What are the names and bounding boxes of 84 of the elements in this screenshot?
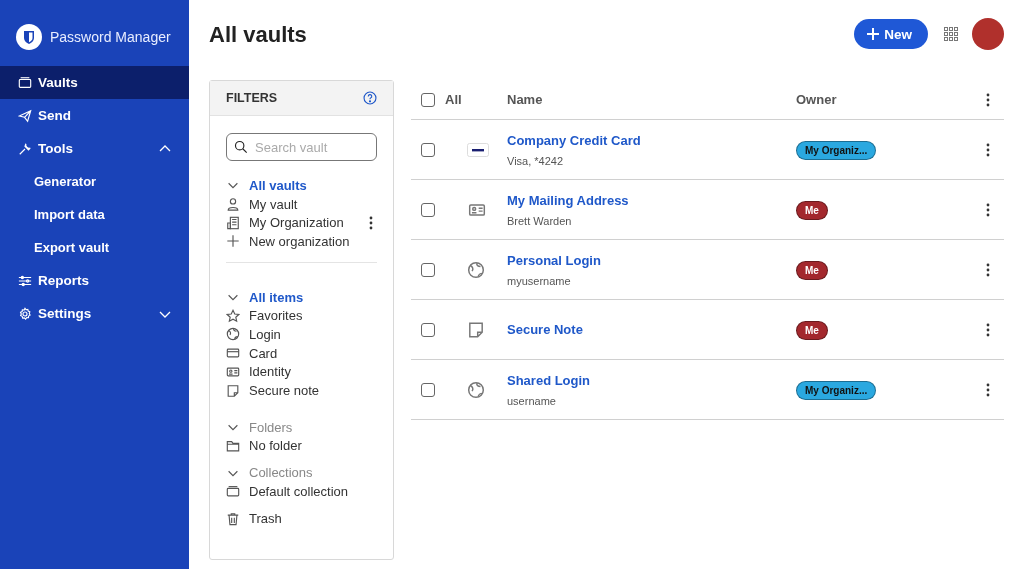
- column-header: All: [445, 92, 462, 107]
- app-name: Password Manager: [50, 29, 171, 45]
- new-button[interactable]: New: [854, 19, 928, 49]
- star-icon: [226, 308, 240, 323]
- owner-badge: Me: [796, 320, 828, 340]
- collection-icon: [226, 484, 240, 499]
- search-field[interactable]: Search vault: [226, 133, 377, 161]
- item-name-link[interactable]: Company Credit Card: [507, 132, 796, 148]
- checkbox[interactable]: [421, 142, 435, 157]
- item-name-link[interactable]: Personal Login: [507, 252, 796, 268]
- nav-item[interactable]: Settings: [0, 297, 189, 330]
- more-icon[interactable]: [986, 322, 990, 337]
- item-name-link[interactable]: Shared Login: [507, 372, 796, 388]
- filter-item[interactable]: Default collection: [249, 483, 377, 499]
- nav-subitem[interactable]: Import data: [0, 198, 189, 231]
- app-grid-icon[interactable]: [944, 27, 958, 41]
- more-icon[interactable]: [369, 215, 373, 230]
- wrench-icon: [18, 141, 32, 156]
- more-icon[interactable]: [986, 382, 990, 397]
- nav-subitem[interactable]: Export vault: [0, 231, 189, 264]
- nav-item[interactable]: Vaults: [0, 66, 189, 99]
- column-header: Owner: [796, 92, 838, 107]
- checkbox[interactable]: [421, 382, 435, 397]
- filter-item[interactable]: Login: [249, 326, 377, 342]
- more-icon[interactable]: [986, 92, 990, 107]
- item-subtitle: myusername: [507, 274, 572, 287]
- shield-logo-icon: [16, 24, 42, 50]
- id-card-icon: [226, 364, 240, 379]
- filter-item[interactable]: Trash: [249, 511, 377, 527]
- more-icon[interactable]: [986, 142, 990, 157]
- trash-icon: [226, 511, 240, 526]
- plus-icon: [226, 234, 240, 249]
- filter-item[interactable]: My Organization: [249, 215, 360, 231]
- checkbox[interactable]: [421, 92, 435, 107]
- owner-badge: Me: [796, 200, 828, 220]
- more-icon[interactable]: [986, 262, 990, 277]
- card-brand-icon: [467, 142, 489, 157]
- nav-item[interactable]: Send: [0, 99, 189, 132]
- checkbox[interactable]: [421, 262, 435, 277]
- item-subtitle: Brett Warden: [507, 214, 573, 227]
- item-name-link[interactable]: My Mailing Address: [507, 192, 796, 208]
- owner-badge: My Organiz...: [796, 380, 877, 400]
- filter-item[interactable]: No folder: [249, 438, 377, 454]
- filter-heading[interactable]: Folders: [249, 419, 377, 435]
- item-name-link[interactable]: Secure Note: [507, 322, 796, 337]
- settings-icon: [18, 306, 32, 321]
- note-icon: [226, 383, 240, 398]
- checkbox[interactable]: [421, 202, 435, 217]
- building-icon: [226, 215, 240, 230]
- item-subtitle: username: [507, 394, 557, 407]
- filters-title: FILTERS: [226, 91, 278, 105]
- filter-item[interactable]: Secure note: [249, 383, 377, 399]
- paper-plane-icon: [18, 108, 32, 123]
- filter-item[interactable]: Card: [249, 345, 377, 361]
- nav-item[interactable]: Tools: [0, 132, 189, 165]
- filter-heading[interactable]: All items: [249, 289, 377, 305]
- filter-item[interactable]: Identity: [249, 364, 377, 380]
- owner-badge: Me: [796, 260, 828, 280]
- note-icon: [467, 320, 485, 339]
- filter-item[interactable]: New organization: [249, 233, 377, 249]
- sliders-icon: [18, 273, 32, 288]
- search-icon: [234, 140, 248, 154]
- item-subtitle: Visa, *4242: [507, 154, 565, 167]
- nav-item[interactable]: Reports: [0, 264, 189, 297]
- filter-item[interactable]: Favorites: [249, 308, 377, 324]
- avatar[interactable]: [972, 18, 1004, 50]
- checkbox[interactable]: [421, 322, 435, 337]
- globe-icon: [226, 327, 240, 342]
- column-header: Name: [507, 92, 544, 107]
- filter-item[interactable]: My vault: [249, 196, 377, 212]
- page-title: All vaults: [209, 21, 308, 48]
- owner-badge: My Organiz...: [796, 140, 877, 160]
- filter-heading[interactable]: Collections: [249, 465, 377, 481]
- person-icon: [226, 197, 240, 212]
- folder-icon: [226, 438, 240, 453]
- help-icon[interactable]: [363, 91, 377, 105]
- vault-icon: [18, 75, 32, 90]
- plus-icon: [866, 27, 881, 41]
- more-icon[interactable]: [986, 202, 990, 217]
- nav-subitem[interactable]: Generator: [0, 165, 189, 198]
- filter-heading[interactable]: All vaults: [249, 177, 377, 193]
- globe-icon: [467, 380, 485, 399]
- globe-icon: [467, 260, 485, 279]
- card-icon: [226, 346, 240, 361]
